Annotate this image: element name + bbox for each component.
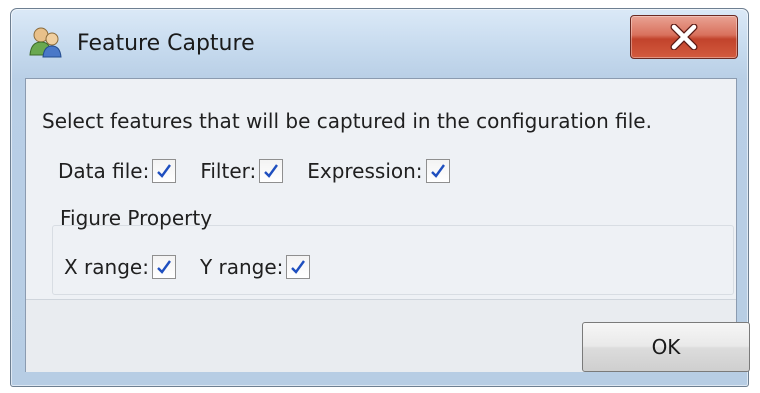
dialog-footer: OK [26,299,750,372]
figure-property-row: X range: Y range: [64,255,334,279]
data-file-label: Data file: [58,159,150,183]
ok-button[interactable]: OK [582,322,750,372]
checkmark-icon [430,164,445,178]
feature-capture-dialog: Feature Capture Select features that wil… [10,8,750,387]
instruction-text: Select features that will be captured in… [42,109,652,133]
data-file-checkbox[interactable] [152,159,177,183]
checkmark-icon [157,260,171,274]
expression-label: Expression: [307,159,423,183]
filter-label: Filter: [200,159,257,183]
x-range-checkbox[interactable] [151,255,176,279]
y-range-checkbox[interactable] [286,255,311,279]
y-range-label: Y range: [199,255,284,279]
users-icon [29,26,63,58]
window-title: Feature Capture [77,31,255,56]
feature-checkbox-row: Data file: Filter: Expression: [58,159,474,183]
figure-property-title: Figure Property [60,206,213,230]
filter-option[interactable]: Filter: [200,159,284,183]
data-file-option[interactable]: Data file: [58,159,177,183]
checkmark-icon [291,260,306,274]
x-range-label: X range: [64,255,149,279]
expression-checkbox[interactable] [425,159,450,183]
filter-checkbox[interactable] [259,159,284,183]
close-button[interactable] [630,15,738,59]
expression-option[interactable]: Expression: [307,159,450,183]
checkmark-icon [157,164,172,178]
y-range-option[interactable]: Y range: [199,255,311,279]
checkmark-icon [264,164,279,178]
dialog-content: Select features that will be captured in… [25,78,750,372]
x-range-option[interactable]: X range: [64,255,176,279]
close-icon [670,24,698,50]
